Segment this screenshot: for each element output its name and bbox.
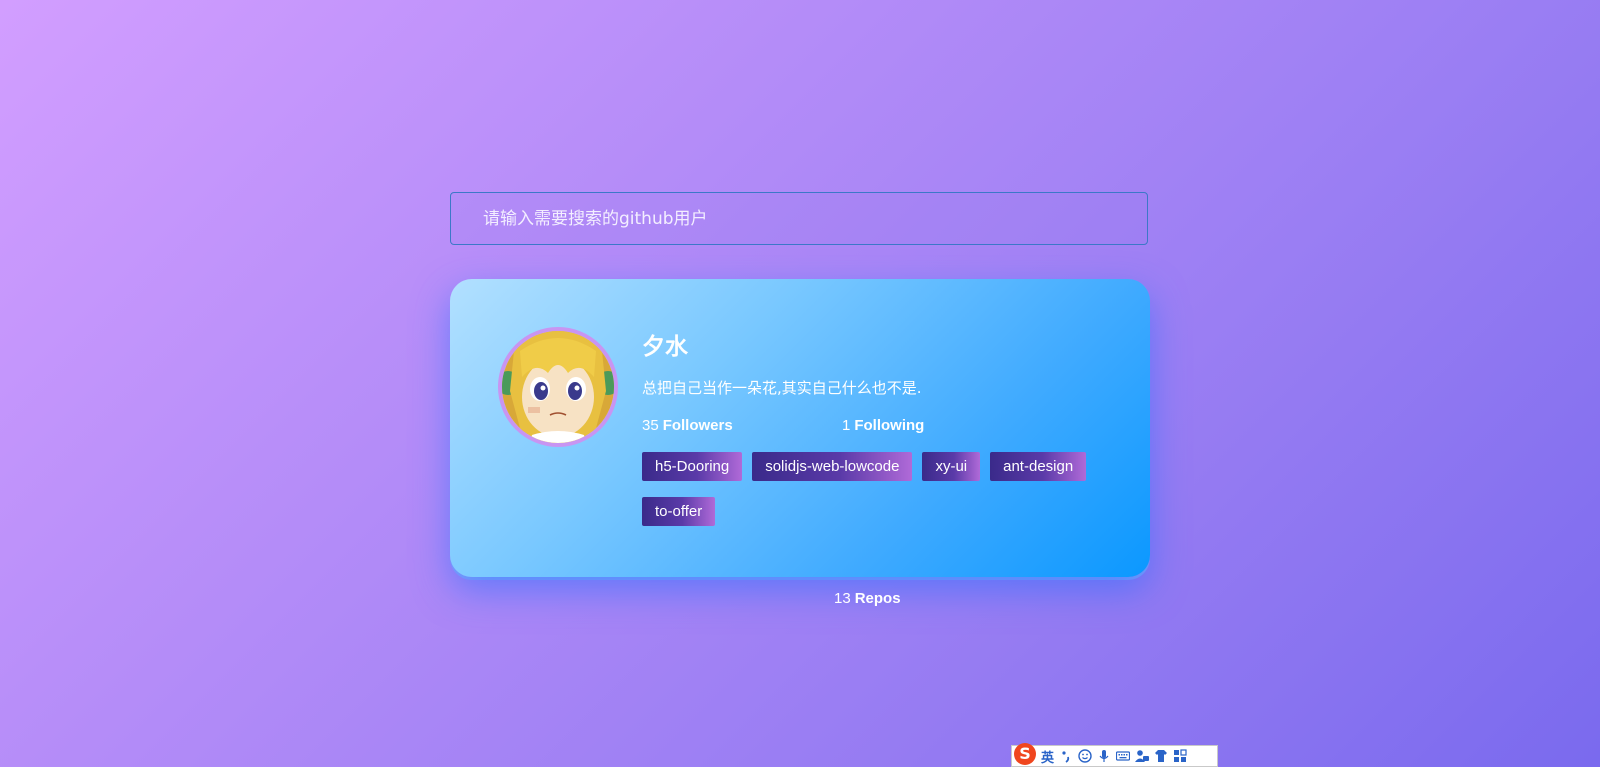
followers-stat: 35 Followers xyxy=(642,417,733,434)
following-label: Following xyxy=(854,417,925,434)
user-name: 夕水 xyxy=(642,334,688,360)
repo-list: h5-Dooring solidjs-web-lowcode xy-ui ant-de… xyxy=(642,452,1122,542)
ime-language-toggle[interactable]: 英 xyxy=(1041,747,1054,766)
sogou-logo-icon[interactable]: S xyxy=(1014,743,1036,765)
repo-tag[interactable]: solidjs-web-lowcode xyxy=(752,452,913,481)
user-bio: 总把自己当作一朵花,其实自己什么也不是. xyxy=(642,379,922,397)
user-card: 夕水 总把自己当作一朵花,其实自己什么也不是. 35 Followers 1 Fol… xyxy=(450,279,1150,607)
repos-label: Repos xyxy=(854,590,901,607)
user-icon[interactable] xyxy=(1135,749,1150,763)
repo-tag[interactable]: ant-design xyxy=(990,452,1087,481)
followers-label: Followers xyxy=(662,417,733,434)
skin-icon[interactable] xyxy=(1154,749,1168,763)
user-stats: 35 Followers 1 Following 13 Repos xyxy=(642,417,1104,607)
repo-tag[interactable]: xy-ui xyxy=(922,452,981,481)
punctuation-icon[interactable] xyxy=(1059,749,1073,763)
ime-toolbar: S 英 xyxy=(1011,743,1218,767)
repos-count: 13 xyxy=(834,590,851,607)
repo-tag[interactable]: h5-Dooring xyxy=(642,452,743,481)
grid-icon[interactable] xyxy=(1173,749,1187,763)
avatar[interactable] xyxy=(498,327,618,447)
search-input[interactable] xyxy=(450,192,1148,245)
anime-girl-avatar-icon xyxy=(502,331,614,443)
keyboard-icon[interactable] xyxy=(1116,749,1131,763)
following-count: 1 xyxy=(842,417,851,434)
repo-tag[interactable]: to-offer xyxy=(642,497,716,526)
microphone-icon[interactable] xyxy=(1097,749,1111,763)
following-stat: 1 Following xyxy=(842,417,924,434)
repos-stat: 13 Repos xyxy=(834,590,1314,607)
followers-count: 35 xyxy=(642,417,659,434)
emoji-icon[interactable] xyxy=(1078,749,1092,763)
